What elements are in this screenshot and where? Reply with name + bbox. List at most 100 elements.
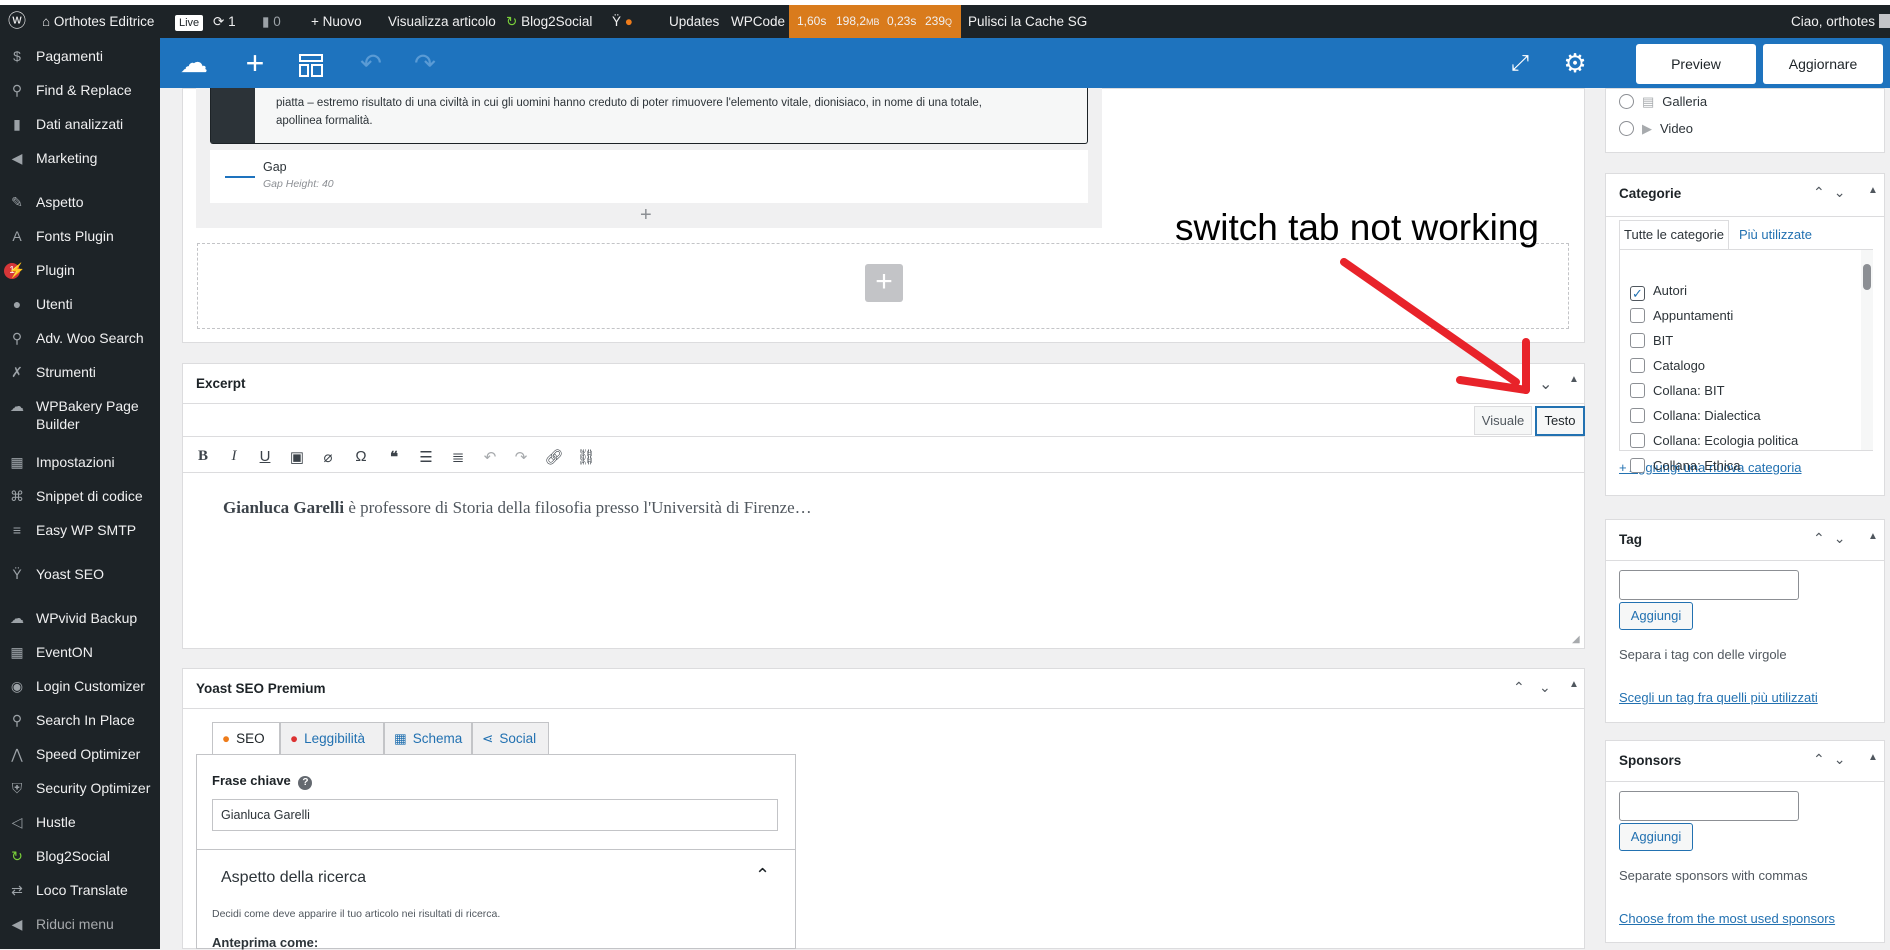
sidebar-item-plugin[interactable]: ⚡ Plugin 1	[0, 261, 160, 279]
add-to-row-icon[interactable]: +	[640, 204, 652, 227]
new-content-link[interactable]: + Nuovo	[311, 5, 362, 38]
updates-menu-link[interactable]: Updates	[669, 5, 719, 38]
comments-link[interactable]: ▮ 0	[262, 5, 281, 38]
paste-icon[interactable]: ▣	[286, 448, 308, 466]
wpbakery-cloud-icon[interactable]: ☁	[174, 38, 214, 88]
special-char-icon[interactable]: Ω	[350, 448, 372, 465]
bold-icon[interactable]: B	[192, 448, 214, 465]
tab-visual[interactable]: Visuale	[1474, 406, 1532, 435]
hustle-icon: ◁	[11, 814, 23, 830]
numbered-list-icon[interactable]: ≣	[447, 448, 469, 466]
yoast-tab-schema[interactable]: ▦ Schema	[384, 722, 472, 755]
add-sponsor-button[interactable]: Aggiungi	[1619, 823, 1693, 851]
chevron-up-icon[interactable]: ⌃	[755, 865, 770, 886]
sponsors-title: Sponsors	[1619, 753, 1682, 768]
settings-icon: ▦	[10, 454, 24, 470]
tab-all-categories[interactable]: Tutte le categorie	[1619, 220, 1729, 250]
fullscreen-icon[interactable]: ⤢	[1503, 38, 1537, 88]
yoast-link[interactable]: Ÿ ●	[612, 5, 633, 38]
redo-format-icon[interactable]: ↷	[510, 448, 532, 466]
view-post-link[interactable]: Visualizza articolo	[388, 5, 496, 38]
shield-icon: ⛨	[11, 780, 23, 796]
query-monitor-perf[interactable]: 1,60s 198,2MB 0,23s 239Q	[789, 5, 961, 38]
choose-tag-link[interactable]: Scegli un tag fra quelli più utilizzati	[1619, 690, 1818, 705]
toggle-panel-icon[interactable]: ▲	[1569, 679, 1579, 690]
scrollbar-thumb[interactable]	[1863, 264, 1871, 290]
category-item[interactable]: Collana: Dialectica	[1630, 408, 1761, 426]
keyphrase-input[interactable]: Gianluca Garelli	[212, 799, 778, 831]
add-tag-button[interactable]: Aggiungi	[1619, 602, 1693, 630]
panel-controls-icon[interactable]: ⌃⌄	[1813, 530, 1854, 547]
gap-element[interactable]: Gap Gap Height: 40	[210, 150, 1088, 203]
category-checkbox[interactable]	[1630, 458, 1645, 473]
text-block-element[interactable]: piatta – estremo risultato di una civilt…	[210, 88, 1088, 144]
underline-icon[interactable]: U	[254, 448, 276, 465]
yoast-tab-social[interactable]: ⋖ Social	[472, 722, 549, 755]
toggle-panel-icon[interactable]: ▲	[1868, 752, 1878, 763]
collapse-chevron-icon[interactable]: ⌄	[1539, 374, 1552, 394]
category-item[interactable]: BIT	[1630, 333, 1673, 351]
category-checkbox[interactable]	[1630, 408, 1645, 423]
clear-format-icon[interactable]: ⌀	[317, 448, 339, 466]
add-element-icon[interactable]: +	[238, 38, 272, 88]
sponsor-input[interactable]	[1619, 791, 1799, 821]
choose-sponsor-link[interactable]: Choose from the most used sponsors	[1619, 911, 1835, 926]
undo-icon[interactable]: ↶	[354, 38, 388, 88]
redo-icon[interactable]: ↷	[408, 38, 442, 88]
divider	[183, 403, 1584, 404]
move-down-icon[interactable]: ⌄	[1539, 679, 1551, 696]
excerpt-editor-area[interactable]: Gianluca Garelli è professore di Storia …	[183, 474, 1584, 614]
category-checkbox[interactable]	[1630, 286, 1645, 301]
panel-controls-icon[interactable]: ⌃⌄	[1813, 184, 1854, 201]
toggle-panel-icon[interactable]: ▲	[1569, 374, 1579, 385]
yoast-tab-seo[interactable]: ● SEO	[212, 722, 280, 755]
blockquote-icon[interactable]: ❝	[383, 448, 405, 466]
category-checkbox[interactable]	[1630, 308, 1645, 323]
panel-controls-icon[interactable]: ⌃⌄	[1813, 751, 1854, 768]
blog2social-link[interactable]: ↻ Blog2Social	[506, 5, 592, 38]
bullet-list-icon[interactable]: ☰	[415, 448, 437, 466]
add-row-plus-icon[interactable]: +	[865, 264, 903, 302]
category-item[interactable]: Collana: Ethica	[1630, 458, 1740, 476]
update-button[interactable]: Aggiornare	[1763, 44, 1883, 84]
help-icon[interactable]: ?	[298, 776, 313, 790]
yoast-tab-readability[interactable]: ● Leggibilità	[280, 722, 384, 755]
wordpress-logo-icon[interactable]: ⓦ	[8, 5, 26, 38]
perf-memory-unit: MB	[866, 17, 880, 27]
tab-most-used[interactable]: Più utilizzate	[1739, 220, 1812, 250]
account-link[interactable]: Ciao, orthotes	[1791, 5, 1890, 38]
updates-link[interactable]: ⟳ 1	[213, 5, 236, 38]
category-checkbox[interactable]	[1630, 358, 1645, 373]
move-up-icon[interactable]: ⌃	[1513, 679, 1525, 696]
category-checkbox[interactable]	[1630, 433, 1645, 448]
tab-text[interactable]: Testo	[1535, 406, 1585, 436]
radio-gallery[interactable]	[1619, 94, 1634, 109]
site-name-link[interactable]: ⌂ Orthotes Editrice	[42, 5, 154, 38]
radio-video[interactable]	[1619, 121, 1634, 136]
settings-gear-icon[interactable]: ⚙	[1558, 38, 1592, 88]
unlink-icon[interactable]: ⛓	[575, 448, 597, 466]
category-checkbox[interactable]	[1630, 383, 1645, 398]
toggle-panel-icon[interactable]: ▲	[1868, 531, 1878, 542]
category-item[interactable]: Catalogo	[1630, 358, 1705, 376]
element-handle[interactable]	[211, 88, 255, 143]
category-checkbox[interactable]	[1630, 333, 1645, 348]
preview-button[interactable]: Preview	[1636, 44, 1756, 84]
search-appearance-heading[interactable]: Aspetto della ricerca	[221, 869, 366, 887]
templates-icon[interactable]	[294, 38, 328, 88]
category-item[interactable]: Autori	[1630, 283, 1687, 301]
tag-input[interactable]	[1619, 570, 1799, 600]
category-item[interactable]: Collana: BIT	[1630, 383, 1725, 401]
undo-format-icon[interactable]: ↶	[479, 448, 501, 466]
italic-icon[interactable]: I	[223, 448, 245, 465]
category-item[interactable]: Appuntamenti	[1630, 308, 1733, 326]
category-item[interactable]: Collana: Ecologia politica	[1630, 433, 1798, 451]
resize-handle-icon[interactable]: ◢	[1572, 634, 1580, 645]
format-video-option[interactable]: ▶ Video	[1619, 121, 1693, 137]
scrollbar[interactable]	[1861, 250, 1873, 450]
format-gallery-option[interactable]: ▤ Galleria	[1619, 94, 1707, 110]
wpcode-link[interactable]: WPCode	[731, 5, 785, 38]
link-icon[interactable]: 🔗︎	[543, 448, 565, 466]
purge-cache-link[interactable]: Pulisci la Cache SG	[968, 5, 1087, 38]
toggle-panel-icon[interactable]: ▲	[1868, 185, 1878, 196]
